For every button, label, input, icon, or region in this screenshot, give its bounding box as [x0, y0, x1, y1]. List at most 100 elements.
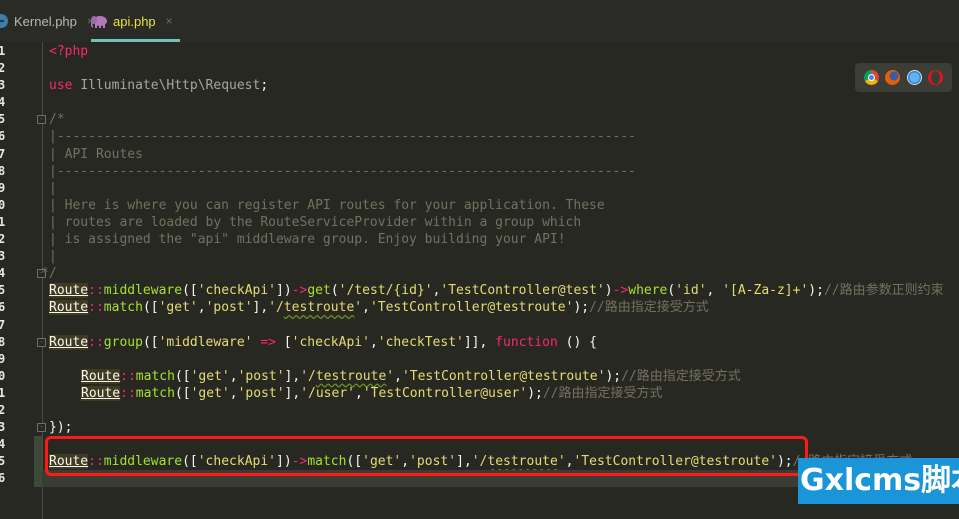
- code-token: '[A-Za-z]+': [722, 283, 809, 299]
- code-token: <?php: [49, 44, 89, 59]
- fold-icon[interactable]: -: [37, 337, 46, 347]
- code-token: ::: [88, 283, 104, 299]
- code-token: ::: [120, 385, 136, 401]
- code-token: match: [103, 300, 143, 316]
- line-number: 5: [0, 283, 6, 298]
- active-tab-indicator: [91, 39, 180, 42]
- code-token: 'post': [237, 368, 285, 384]
- browser-preview-toolbar: [855, 63, 952, 92]
- code-token: Route: [49, 334, 89, 350]
- code-token: ::: [120, 368, 136, 384]
- line-number: 3: [0, 420, 6, 435]
- line-number: 1: [0, 44, 6, 58]
- line-number: 2: [0, 61, 6, 76]
- line-number: 4: [0, 437, 6, 452]
- code-line[interactable]: 4- */: [0, 265, 959, 282]
- line-number: 1: [0, 385, 6, 400]
- code-token: function: [495, 334, 558, 350]
- code-line[interactable]: 4: [0, 94, 959, 111]
- line-number: 4: [0, 266, 6, 281]
- line-number: 6: [0, 471, 6, 486]
- code-line[interactable]: 8- Route::group(['middleware' => ['checkA…: [0, 334, 959, 351]
- code-token: //路由参数正则约束: [823, 283, 944, 299]
- code-token: '/: [268, 300, 284, 316]
- line-number: 3: [0, 78, 6, 93]
- code-token: 'get': [190, 385, 230, 401]
- php-class-icon: [0, 14, 8, 28]
- code-token: ::: [88, 334, 104, 350]
- code-line[interactable]: 3 |: [0, 248, 959, 265]
- code-token: ->: [291, 283, 308, 299]
- code-line[interactable]: 1 Route::match(['get','post'],'/user','Te…: [0, 385, 959, 402]
- line-number: 2: [0, 402, 6, 417]
- code-line[interactable]: 2: [0, 60, 959, 77]
- code-token: 'checkApi': [291, 334, 370, 350]
- code-line[interactable]: 3-});: [0, 419, 959, 436]
- code-line[interactable]: 2 | is assigned the "api" middleware grou…: [0, 231, 959, 248]
- code-token: ;: [260, 78, 269, 94]
- code-editor[interactable]: 1 <?php 2 3 use Illuminate\Http\Request; 4…: [0, 43, 959, 488]
- line-number: 7: [0, 146, 6, 161]
- tab-kernel-php[interactable]: Kernel.php ×: [0, 0, 94, 42]
- code-token: 'checkTest': [377, 334, 464, 350]
- code-line[interactable]: 5-/*: [0, 111, 959, 128]
- opera-icon[interactable]: [927, 70, 943, 85]
- line-number: 9: [0, 351, 6, 366]
- chrome-icon[interactable]: [864, 70, 880, 85]
- code-token: Route: [49, 283, 89, 299]
- line-number: 6: [0, 129, 6, 144]
- code-line[interactable]: 8 |--------------------------------------…: [0, 163, 959, 180]
- code-line[interactable]: 9 |: [0, 180, 959, 197]
- code-token: group: [103, 334, 143, 350]
- code-line[interactable]: 7: [0, 317, 959, 334]
- code-token: match: [135, 368, 175, 384]
- line-number: 0: [0, 368, 6, 383]
- line-number: 4: [0, 95, 6, 110]
- code-line[interactable]: 9: [0, 351, 959, 368]
- fold-icon[interactable]: -: [37, 423, 46, 433]
- code-token: '/user': [300, 385, 355, 401]
- code-line[interactable]: 6 Route::match(['get','post'],'/testroute…: [0, 299, 959, 316]
- code-token: ': [354, 300, 363, 316]
- code-token: get: [307, 283, 331, 299]
- code-token: //路由指定接受方式: [589, 300, 709, 316]
- line-number: 3: [0, 249, 6, 264]
- tab-api-php[interactable]: api.php ×: [91, 0, 180, 42]
- change-marker: [34, 453, 42, 471]
- code-token: 'TestController@testroute': [369, 300, 574, 316]
- code-token: Route: [81, 368, 121, 384]
- code-token: testroute: [283, 300, 355, 316]
- code-token: Route: [81, 385, 121, 401]
- safari-icon[interactable]: [906, 70, 922, 85]
- code-token: match: [135, 385, 175, 401]
- tab-label: Kernel.php: [14, 13, 77, 29]
- firefox-icon[interactable]: [885, 70, 901, 85]
- code-line[interactable]: 0 Route::match(['get','post'],'/testroute…: [0, 368, 959, 385]
- code-token: 'TestController@testroute': [401, 368, 606, 384]
- code-token: 'get': [190, 368, 230, 384]
- code-token: Route: [49, 300, 89, 316]
- line-number: 8: [0, 334, 6, 349]
- line-number: 6: [0, 300, 6, 315]
- code-token: middleware: [103, 283, 183, 299]
- code-line[interactable]: 1 <?php: [0, 43, 959, 60]
- code-line[interactable]: 2: [0, 402, 959, 419]
- tab-label: api.php: [113, 13, 156, 29]
- code-token: where: [628, 283, 668, 299]
- code-line[interactable]: 0 | Here is where you can register API ro…: [0, 197, 959, 214]
- watermark-logo: Gxlcms脚本: [798, 458, 959, 504]
- code-token: Illuminate\Http\Request: [80, 78, 261, 94]
- line-number: 1: [0, 214, 6, 229]
- code-line[interactable]: 1 | routes are loaded by the RouteService…: [0, 214, 959, 231]
- code-token: //路由指定接受方式: [542, 385, 663, 401]
- close-icon[interactable]: ×: [166, 14, 173, 28]
- code-line[interactable]: 6 |--------------------------------------…: [0, 128, 959, 145]
- code-token: testroute: [315, 368, 387, 384]
- fold-icon[interactable]: -: [37, 115, 46, 125]
- code-token: 'TestController@test': [440, 283, 605, 299]
- code-token: ': [386, 368, 395, 384]
- code-line[interactable]: 3 use Illuminate\Http\Request;: [0, 77, 959, 94]
- code-line[interactable]: 7 | API Routes: [0, 146, 959, 163]
- code-line[interactable]: 5 Route::middleware(['checkApi'])->get('/…: [0, 282, 959, 299]
- change-marker: [34, 470, 42, 488]
